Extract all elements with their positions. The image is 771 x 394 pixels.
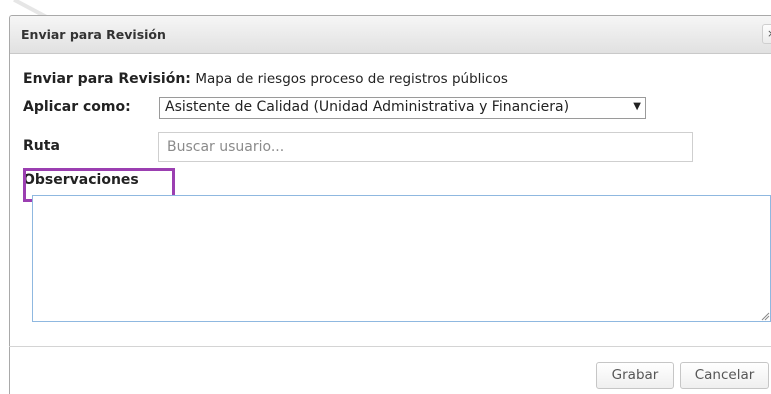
enviar-value: Mapa de riesgos proceso de registros púb… [195,71,508,87]
close-icon: × [767,27,771,40]
grabar-button[interactable]: Grabar [596,362,674,389]
cancelar-button[interactable]: Cancelar [680,362,769,389]
resize-handle-icon[interactable] [760,311,770,321]
ruta-search-input[interactable]: Buscar usuario... [158,132,693,162]
aplicar-label-wrap: Aplicar como: [23,99,131,115]
grabar-button-label: Grabar [611,367,659,383]
ruta-label: Ruta [23,138,60,154]
aplicar-select[interactable]: Asistente de Calidad (Unidad Administrat… [159,97,646,119]
dialog-title: Enviar para Revisión [21,27,166,42]
cancelar-button-label: Cancelar [694,367,755,383]
observaciones-textarea[interactable] [32,195,771,322]
enviar-row: Enviar para Revisión: Mapa de riesgos pr… [23,71,508,87]
aplicar-selected-value: Asistente de Calidad (Unidad Administrat… [165,99,570,115]
chevron-down-icon: ▼ [633,101,641,112]
enviar-label: Enviar para Revisión: [23,71,191,87]
dialog-titlebar: Enviar para Revisión [10,16,771,54]
close-button[interactable]: × [762,24,771,44]
aplicar-label: Aplicar como: [23,99,131,115]
ruta-label-wrap: Ruta [23,138,60,154]
ruta-placeholder: Buscar usuario... [167,139,285,155]
footer-divider [9,346,771,347]
